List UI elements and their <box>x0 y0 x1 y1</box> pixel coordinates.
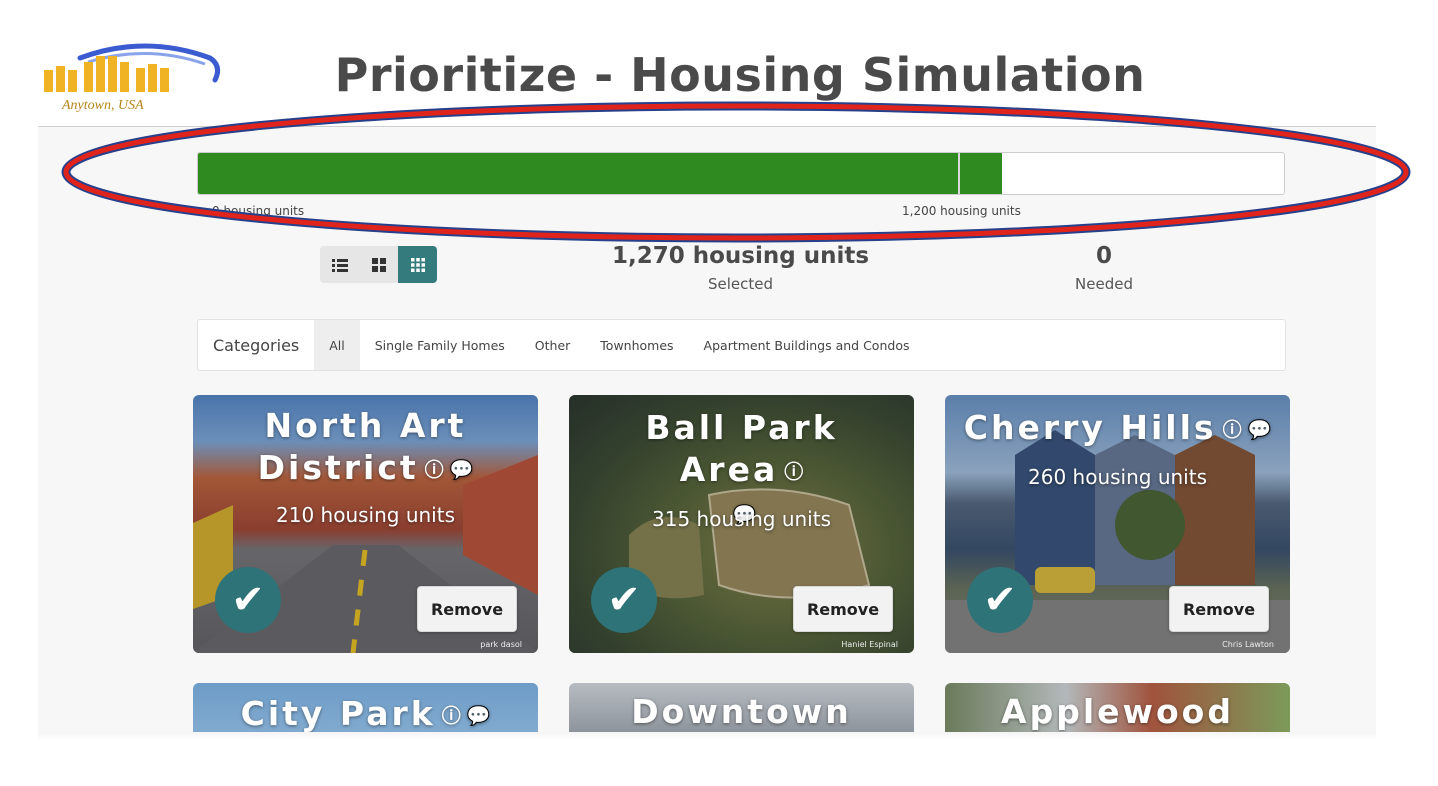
remove-button[interactable]: Remove <box>793 586 893 632</box>
info-icon[interactable]: ⓘ <box>1223 419 1242 441</box>
category-tab-other[interactable]: Other <box>520 320 586 370</box>
category-tab-all[interactable]: All <box>314 320 360 370</box>
project-card-ball-park-area[interactable]: Ball Park Area ⓘ 💬 315 housing units ✔ Rem… <box>569 395 914 653</box>
card-units: 260 housing units <box>1028 465 1207 489</box>
small-grid-button[interactable] <box>398 246 437 283</box>
info-icon[interactable]: ⓘ <box>425 459 444 481</box>
category-tab-single-family-homes[interactable]: Single Family Homes <box>360 320 520 370</box>
card-title: North Art District ⓘ 💬 <box>207 405 524 491</box>
project-card-cherry-hills[interactable]: Cherry Hills ⓘ 💬 260 housing units ✔ Remov… <box>945 395 1290 653</box>
selected-label: Selected <box>707 275 774 293</box>
comment-icon[interactable]: 💬 <box>450 459 474 481</box>
needed-label: Needed <box>1075 275 1133 293</box>
photo-credit: Chris Lawton <box>1222 640 1274 649</box>
housing-progress-bar <box>197 152 1285 195</box>
card-title: Applewood <box>959 691 1276 733</box>
page-title: Prioritize - Housing Simulation <box>334 48 1146 102</box>
project-card-north-art-district[interactable]: North Art District ⓘ 💬 210 housing units ✔… <box>193 395 538 653</box>
progress-target-label: 1,200 housing units <box>902 204 1021 218</box>
card-title-text: Cherry Hills <box>963 408 1217 447</box>
list-view-button[interactable] <box>320 246 359 283</box>
photo-credit: Haniel Espinal <box>841 640 898 649</box>
selected-value: 1,270 housing units <box>611 243 870 269</box>
anytown-logo: Anytown, USA <box>40 40 225 115</box>
info-icon[interactable]: ⓘ <box>442 705 461 727</box>
comment-icon[interactable]: 💬 <box>467 705 491 727</box>
photo-credit: park dasol <box>480 640 522 649</box>
card-title-text: City Park <box>240 694 436 733</box>
simulation-panel: 0 housing units 1,200 housing units 1,27… <box>38 127 1376 739</box>
small-grid-icon <box>410 257 425 272</box>
logo-graphic: Anytown, USA <box>44 43 221 113</box>
needed-value: 0 <box>1095 243 1112 269</box>
card-title: City Park ⓘ 💬 <box>207 693 524 737</box>
card-units: 315 housing units <box>652 507 831 531</box>
project-card-applewood[interactable]: Applewood <box>945 683 1290 739</box>
logo-place-text: Anytown, USA <box>61 98 144 113</box>
bottom-fade <box>38 732 1376 740</box>
medium-grid-button[interactable] <box>359 246 398 283</box>
remove-button[interactable]: Remove <box>1169 586 1269 632</box>
category-tab-apartments-condos[interactable]: Apartment Buildings and Condos <box>689 320 925 370</box>
project-card-city-park[interactable]: City Park ⓘ 💬 <box>193 683 538 739</box>
list-view-icon <box>331 258 348 272</box>
card-title: Cherry Hills ⓘ 💬 <box>959 407 1276 451</box>
project-card-downtown-area[interactable]: Downtown Area <box>569 683 914 739</box>
selected-check-icon: ✔ <box>591 567 657 633</box>
card-units: 210 housing units <box>276 503 455 527</box>
view-toggle <box>320 246 437 283</box>
card-title-text: Applewood <box>1001 692 1234 731</box>
selected-check-icon: ✔ <box>215 567 281 633</box>
category-filter-bar: Categories All Single Family Homes Other… <box>197 319 1286 371</box>
info-icon[interactable]: ⓘ <box>784 461 803 483</box>
progress-fill <box>198 153 1002 194</box>
comment-icon[interactable]: 💬 <box>1248 419 1272 441</box>
remove-button[interactable]: Remove <box>417 586 517 632</box>
categories-heading: Categories <box>213 335 300 355</box>
selected-stat: 1,270 housing units Selected <box>598 243 883 293</box>
medium-grid-icon <box>371 257 386 272</box>
needed-stat: 0 Needed <box>1044 243 1164 293</box>
card-title-text: Ball Park Area <box>645 408 838 489</box>
selected-check-icon: ✔ <box>967 567 1033 633</box>
category-tab-townhomes[interactable]: Townhomes <box>585 320 688 370</box>
target-marker <box>958 153 961 194</box>
progress-min-label: 0 housing units <box>212 204 305 218</box>
